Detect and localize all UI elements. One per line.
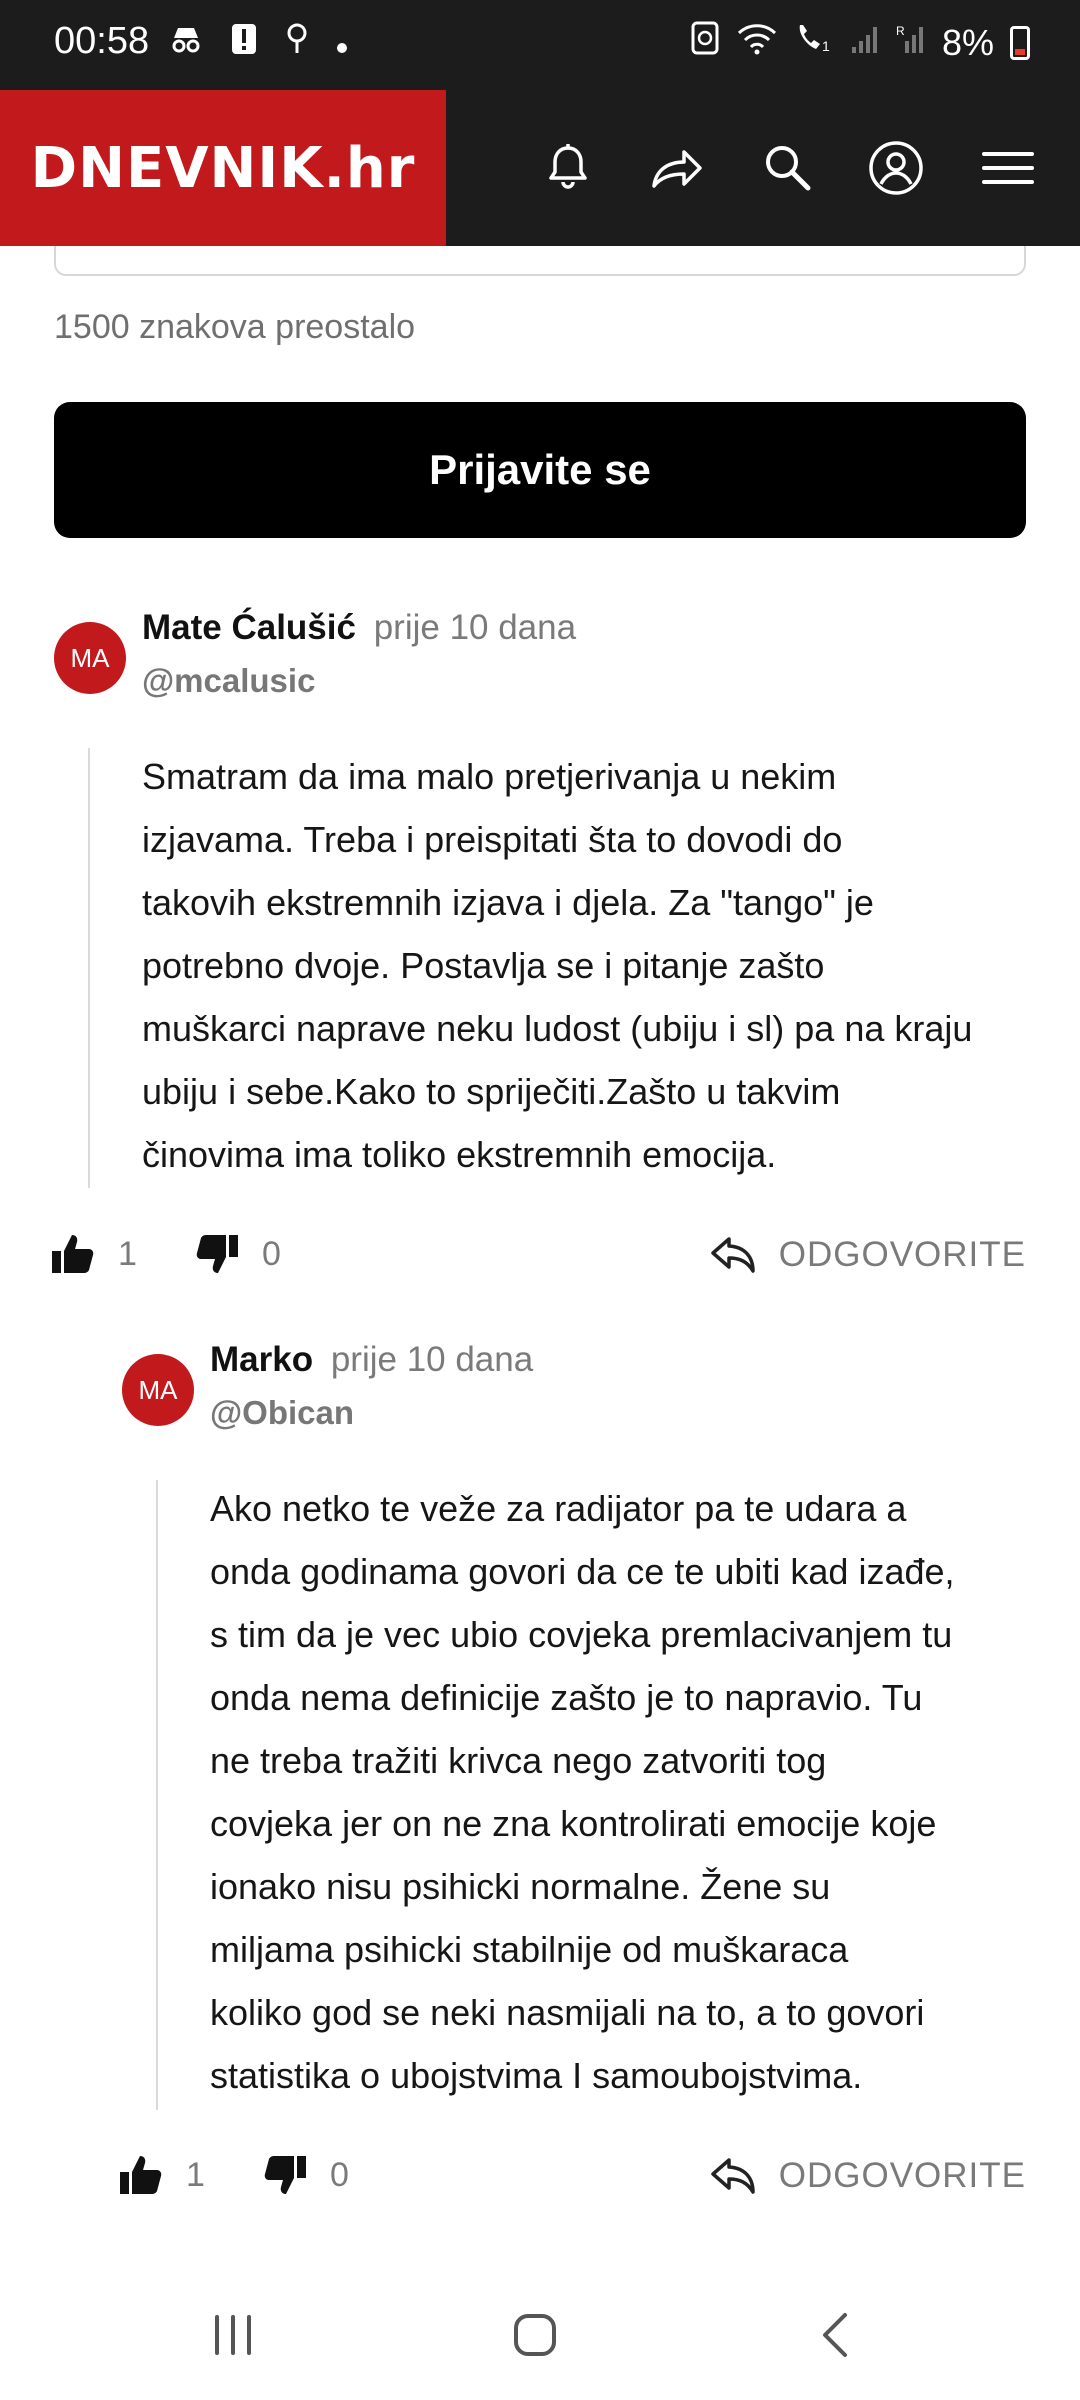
reply-button[interactable]: ODGOVORITE [709,2152,1026,2200]
login-button[interactable]: Prijavite se [54,402,1026,538]
logo[interactable]: DNEVNIK.hr [0,90,446,246]
author-handle[interactable]: @mcalusic [142,662,315,700]
location-icon [284,22,310,64]
thumbs-up-icon [120,2156,162,2194]
author-name[interactable]: Marko [210,1340,313,1379]
avatar[interactable]: MA [122,1354,194,1426]
comment-line: činovima ima toliko ekstremnih emocija. [142,1134,777,1175]
search-icon[interactable] [756,136,820,200]
app-header: DNEVNIK.hr [0,90,1080,246]
thumbs-up-icon [52,1235,94,1273]
comment-line: Ako netko te veže za radijator pa te uda… [210,1488,907,1529]
comment-author-line: Mate Ćalušić prije 10 dana [142,608,576,648]
comment-line: ne treba tražiti krivca nego zatvoriti t… [210,1740,827,1781]
reply-label: ODGOVORITE [778,2156,1026,2195]
recents-icon[interactable] [198,2300,268,2370]
status-left-icons [168,22,348,64]
signal-icon [850,22,880,64]
reply-button[interactable]: ODGOVORITE [709,1231,1026,1279]
dislike-count: 0 [330,2155,349,2194]
comment-line: izjavama. Treba i preispitati šta to dov… [142,819,843,860]
comment-line: ubiju i sebe.Kako to spriječiti.Zašto u … [142,1071,841,1112]
dot-icon [336,25,348,62]
comment-line: onda nema definicije zašto je to napravi… [210,1677,923,1718]
author-handle[interactable]: @Obican [210,1394,354,1432]
like-button[interactable]: 1 [118,2152,205,2198]
user-icon[interactable] [864,136,928,200]
dislike-count: 0 [262,1234,281,1273]
home-icon[interactable] [500,2300,570,2370]
comment-line: Smatram da ima malo pretjerivanja u neki… [142,756,837,797]
comment-line: covjeka jer on ne zna kontrolirati emoci… [210,1803,937,1844]
comment-line: potrebno dvoje. Postavlja se i pitanje z… [142,945,825,986]
comment-author-line: Marko prije 10 dana [210,1340,533,1380]
recycle-icon [690,20,720,65]
bell-icon[interactable] [536,136,600,200]
comment-line: miljama psihicki stabilnije od muškaraca [210,1929,849,1970]
author-name[interactable]: Mate Ćalušić [142,608,356,647]
battery-percent: 8% [941,21,994,63]
svg-text:1: 1 [822,38,830,54]
status-time: 00:58 [54,20,150,62]
comment-line: ionako nisu psihicki normalne. Žene su [210,1866,831,1907]
avatar[interactable]: MA [54,622,126,694]
like-count: 1 [186,2155,205,2194]
comment-line: statistika o ubojstvima I samoubojstvima… [210,2055,863,2096]
comment-actions: 1 0 ODGOVORITE [0,2152,1080,2212]
comment-line: s tim da je vec ubio covjeka premlacivan… [210,1614,953,1655]
dislike-button[interactable]: 0 [194,1231,281,1277]
like-count: 1 [118,1234,137,1273]
thumbs-down-icon [264,2156,306,2194]
quote-divider [156,1480,158,2110]
alert-icon [230,22,258,64]
comment-body: Smatram da ima malo pretjerivanja u neki… [142,745,972,1186]
signal-roaming-icon: R [896,22,926,64]
quote-divider [88,748,90,1188]
comment-time: prije 10 dana [373,608,577,647]
comment-line: muškarci naprave neku ludost (ubiju i sl… [142,1008,973,1049]
svg-text:R: R [896,24,905,38]
comment-line: koliko god se neki nasmijali na to, a to… [210,1992,925,2033]
comment-textarea[interactable] [54,246,1026,276]
status-right-icons: 1 R 8% [690,20,1030,65]
chars-remaining: 1500 znakova preostalo [54,308,416,346]
comment-body: Ako netko te veže za radijator pa te uda… [210,1477,955,2107]
battery-low-icon [1010,25,1030,60]
reply-label: ODGOVORITE [778,1235,1026,1274]
comment-line: takovih ekstremnih izjava i djela. Za "t… [142,882,874,923]
incognito-icon [168,24,204,62]
reply-icon [711,2158,755,2194]
share-icon[interactable] [644,136,708,200]
comment-actions: 1 0 ODGOVORITE [0,1231,1080,1291]
dislike-button[interactable]: 0 [262,2152,349,2198]
comment-line: onda godinama govori da ce te ubiti kad … [210,1551,955,1592]
status-bar: 00:58 1 R 8% [0,0,1080,90]
logo-text: DNEVNIK.hr [30,135,416,201]
thumbs-down-icon [196,1235,238,1273]
wifi-icon [736,21,778,64]
menu-icon[interactable] [976,136,1040,200]
reply-icon [711,1237,755,1273]
like-button[interactable]: 1 [50,1231,137,1277]
system-nav-bar [0,2262,1080,2400]
wifi-call-icon: 1 [794,21,834,64]
back-icon[interactable] [802,2300,872,2370]
comment-time: prije 10 dana [330,1340,534,1379]
